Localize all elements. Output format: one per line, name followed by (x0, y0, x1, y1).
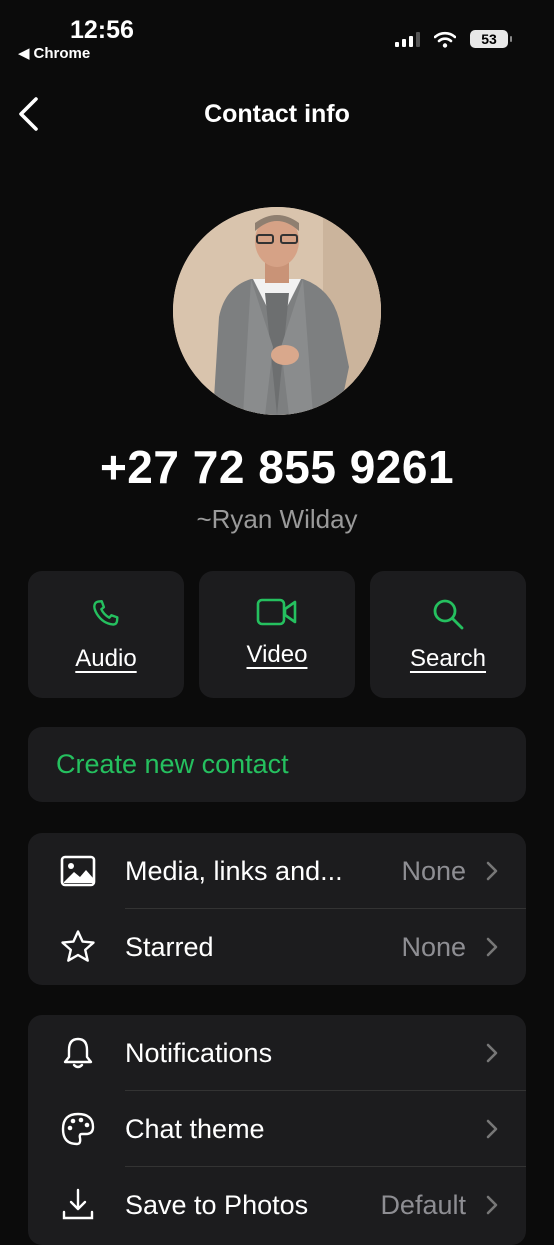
search-button[interactable]: Search (370, 571, 526, 698)
notifications-row[interactable]: Notifications (28, 1015, 526, 1091)
chevron-right-icon (486, 1119, 498, 1139)
media-starred-group: Media, links and... None Starred None (28, 833, 526, 985)
chat-theme-label: Chat theme (125, 1113, 265, 1144)
save-to-photos-row[interactable]: Save to Photos Default (28, 1167, 526, 1243)
save-to-photos-label: Save to Photos (125, 1189, 309, 1220)
video-icon (256, 598, 297, 626)
back-triangle-icon: ◀ (18, 45, 30, 62)
status-time: 12:56 (70, 16, 134, 44)
image-icon (60, 855, 96, 887)
chevron-right-icon (486, 1043, 498, 1063)
battery-icon: 53 (470, 30, 512, 48)
notifications-label: Notifications (125, 1037, 273, 1068)
palette-icon (61, 1112, 95, 1146)
profile-photo (173, 207, 381, 415)
starred-label: Starred (125, 931, 214, 962)
chevron-right-icon (486, 861, 498, 881)
settings-group: Notifications Chat theme Save to Photos … (28, 1015, 526, 1245)
media-links-value: None (401, 855, 466, 886)
search-label: Search (409, 645, 487, 672)
chevron-right-icon (486, 1195, 498, 1215)
page-title: Contact info (204, 100, 350, 128)
phone-icon (93, 600, 119, 626)
starred-value: None (401, 931, 466, 962)
create-new-contact-label: Create new contact (56, 749, 289, 779)
video-call-button[interactable]: Video (199, 571, 355, 698)
avatar[interactable] (173, 207, 381, 415)
audio-call-button[interactable]: Audio (28, 571, 184, 698)
bell-icon (63, 1037, 93, 1069)
back-app-label: Chrome (33, 44, 91, 62)
media-links-label: Media, links and... (125, 855, 343, 886)
starred-row[interactable]: Starred None (28, 909, 526, 985)
video-label: Video (246, 641, 308, 668)
cellular-signal-icon (395, 31, 420, 47)
contact-phone: +27 72 855 9261 (99, 441, 455, 493)
download-icon (62, 1188, 94, 1220)
star-icon (61, 930, 95, 962)
save-to-photos-value: Default (380, 1189, 466, 1220)
wifi-icon (434, 31, 456, 48)
audio-label: Audio (75, 645, 137, 672)
media-links-docs-row[interactable]: Media, links and... None (28, 833, 526, 909)
contact-alias: ~Ryan Wilday (196, 504, 358, 534)
search-icon (433, 599, 464, 630)
back-to-app[interactable]: ◀ Chrome (18, 44, 91, 63)
chevron-right-icon (486, 937, 498, 957)
create-new-contact-button[interactable]: Create new contact (28, 727, 526, 802)
status-indicators: 53 (395, 30, 512, 48)
chat-theme-row[interactable]: Chat theme (28, 1091, 526, 1167)
